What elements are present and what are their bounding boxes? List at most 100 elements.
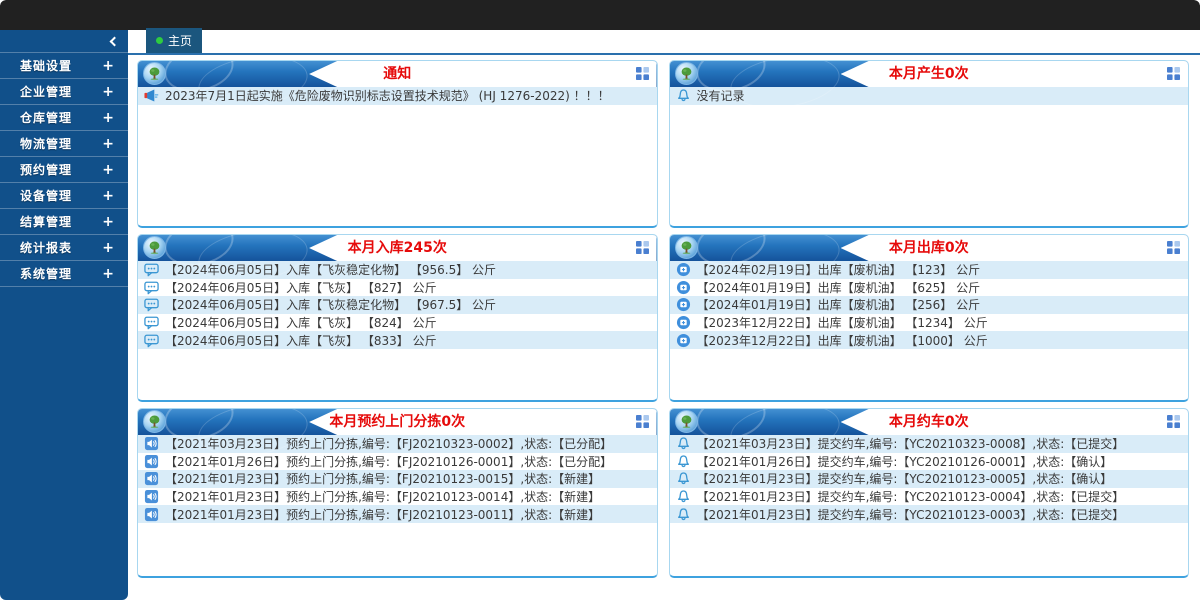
list-item[interactable]: 【2024年06月05日】入库【飞灰】 【824】 公斤 <box>138 314 657 332</box>
plus-expand-icon[interactable]: + <box>102 136 128 152</box>
speaker-icon <box>144 454 159 469</box>
panel-header: 通知 <box>138 61 657 87</box>
list-item[interactable]: 【2021年01月26日】预约上门分拣,编号:【FJ20210126-0001】… <box>138 453 657 471</box>
plus-expand-icon[interactable]: + <box>102 188 128 204</box>
list-item[interactable]: 【2021年01月23日】预约上门分拣,编号:【FJ20210123-0015】… <box>138 470 657 488</box>
plus-expand-icon[interactable]: + <box>102 240 128 256</box>
panel-body: 【2021年03月23日】预约上门分拣,编号:【FJ20210323-0002】… <box>138 435 657 576</box>
panel-header: 本月约车0次 <box>670 409 1189 435</box>
list-item-text: 【2021年01月23日】提交约车,编号:【YC20210123-0003】,状… <box>697 506 1125 523</box>
panel-title: 本月产生0次 <box>889 61 969 87</box>
header-ribbon <box>309 61 656 87</box>
sidebar-menu-item[interactable]: 仓库管理 + <box>0 105 128 131</box>
tree-logo-icon <box>143 62 166 85</box>
list-item-text: 【2024年06月05日】入库【飞灰】 【824】 公斤 <box>165 314 437 331</box>
sidebar: 基础设置 + 企业管理 + 仓库管理 + 物流管理 + 预约管理 + 设备管理 … <box>0 30 128 600</box>
outbound-icon <box>676 333 691 348</box>
bell-icon <box>676 454 691 469</box>
dashboard-panels: 通知 2023年7月1日起实施《危险废物识别标志设置技术规范》 (HJ 1276… <box>128 55 1200 578</box>
plus-expand-icon[interactable]: + <box>102 162 128 178</box>
list-item[interactable]: 【2024年06月05日】入库【飞灰稳定化物】 【967.5】 公斤 <box>138 296 657 314</box>
sidebar-menu-item[interactable]: 企业管理 + <box>0 79 128 105</box>
speaker-icon <box>144 489 159 504</box>
bell-icon <box>676 489 691 504</box>
grid-icon[interactable] <box>1167 67 1180 80</box>
tree-logo-icon <box>675 236 698 259</box>
speaker-icon <box>144 471 159 486</box>
panel-body: 没有记录 <box>670 87 1189 226</box>
tree-logo-icon <box>675 62 698 85</box>
list-item[interactable]: 【2021年01月23日】预约上门分拣,编号:【FJ20210123-0011】… <box>138 505 657 523</box>
panel-notice: 通知 2023年7月1日起实施《危险废物识别标志设置技术规范》 (HJ 1276… <box>137 60 658 228</box>
sidebar-item-label: 预约管理 <box>0 161 102 178</box>
tab-home[interactable]: 主页 <box>146 28 202 53</box>
grid-icon[interactable] <box>1167 415 1180 428</box>
list-item[interactable]: 【2024年06月05日】入库【飞灰】 【833】 公斤 <box>138 331 657 349</box>
grid-icon[interactable] <box>636 415 649 428</box>
list-item[interactable]: 【2023年12月22日】出库【废机油】 【1234】 公斤 <box>670 314 1189 332</box>
sidebar-menu-item[interactable]: 物流管理 + <box>0 131 128 157</box>
list-item[interactable]: 【2021年01月23日】预约上门分拣,编号:【FJ20210123-0014】… <box>138 488 657 506</box>
sidebar-menu-item[interactable]: 基础设置 + <box>0 53 128 79</box>
list-item[interactable]: 【2023年12月22日】出库【废机油】 【1000】 公斤 <box>670 331 1189 349</box>
grid-icon[interactable] <box>636 241 649 254</box>
sidebar-item-label: 仓库管理 <box>0 109 102 126</box>
sidebar-item-label: 设备管理 <box>0 187 102 204</box>
plus-expand-icon[interactable]: + <box>102 266 128 282</box>
panel-body: 【2024年02月19日】出库【废机油】 【123】 公斤 【2024年01月1… <box>670 261 1189 400</box>
list-item-text: 【2021年01月23日】预约上门分拣,编号:【FJ20210123-0015】… <box>165 470 600 487</box>
list-item-text: 【2024年01月19日】出库【废机油】 【256】 公斤 <box>697 296 981 313</box>
sidebar-item-label: 基础设置 <box>0 57 102 74</box>
sidebar-menu-item[interactable]: 统计报表 + <box>0 235 128 261</box>
panel-title: 本月入库245次 <box>348 235 447 261</box>
grid-icon[interactable] <box>1167 241 1180 254</box>
list-item-text: 【2024年06月05日】入库【飞灰】 【827】 公斤 <box>165 279 437 296</box>
sidebar-item-label: 统计报表 <box>0 239 102 256</box>
list-item[interactable]: 【2024年01月19日】出库【废机油】 【625】 公斤 <box>670 279 1189 297</box>
grid-icon[interactable] <box>636 67 649 80</box>
sidebar-collapse-button[interactable] <box>0 30 128 53</box>
sidebar-item-label: 系统管理 <box>0 265 102 282</box>
panel-vehicle-booking-this-month: 本月约车0次 【2021年03月23日】提交约车,编号:【YC20210323-… <box>669 408 1190 578</box>
outbound-icon <box>676 297 691 312</box>
list-item-text: 【2021年01月23日】预约上门分拣,编号:【FJ20210123-0014】… <box>165 488 600 505</box>
list-item[interactable]: 【2021年01月23日】提交约车,编号:【YC20210123-0005】,状… <box>670 470 1189 488</box>
list-item-text: 【2024年06月05日】入库【飞灰】 【833】 公斤 <box>165 332 437 349</box>
panel-body: 2023年7月1日起实施《危险废物识别标志设置技术规范》 (HJ 1276-20… <box>138 87 657 226</box>
outbound-icon <box>676 262 691 277</box>
sidebar-menu-item[interactable]: 设备管理 + <box>0 183 128 209</box>
list-item[interactable]: 【2021年01月26日】提交约车,编号:【YC20210126-0001】,状… <box>670 453 1189 471</box>
panel-outbound-this-month: 本月出库0次 【2024年02月19日】出库【废机油】 【123】 公斤 【20… <box>669 234 1190 402</box>
list-item[interactable]: 【2024年01月19日】出库【废机油】 【256】 公斤 <box>670 296 1189 314</box>
plus-expand-icon[interactable]: + <box>102 58 128 74</box>
panel-title: 本月约车0次 <box>889 409 969 435</box>
panel-header: 本月产生0次 <box>670 61 1189 87</box>
panel-pickup-sorting-this-month: 本月预约上门分拣0次 【2021年03月23日】预约上门分拣,编号:【FJ202… <box>137 408 658 578</box>
comment-icon <box>144 262 159 277</box>
comment-icon <box>144 280 159 295</box>
list-item-text: 【2021年01月23日】提交约车,编号:【YC20210123-0004】,状… <box>697 488 1125 505</box>
tree-logo-icon <box>143 236 166 259</box>
sidebar-item-label: 结算管理 <box>0 213 102 230</box>
outbound-icon <box>676 280 691 295</box>
comment-icon <box>144 315 159 330</box>
list-item[interactable]: 【2021年01月23日】提交约车,编号:【YC20210123-0004】,状… <box>670 488 1189 506</box>
sidebar-menu-item[interactable]: 结算管理 + <box>0 209 128 235</box>
megaphone-icon <box>144 88 159 103</box>
speaker-icon <box>144 507 159 522</box>
list-item-text: 【2024年01月19日】出库【废机油】 【625】 公斤 <box>697 279 981 296</box>
list-item[interactable]: 【2024年06月05日】入库【飞灰】 【827】 公斤 <box>138 279 657 297</box>
tree-logo-icon <box>675 410 698 433</box>
panel-title: 本月出库0次 <box>889 235 969 261</box>
sidebar-menu-item[interactable]: 预约管理 + <box>0 157 128 183</box>
sidebar-menu-item[interactable]: 系统管理 + <box>0 261 128 287</box>
list-item[interactable]: 【2021年01月23日】提交约车,编号:【YC20210123-0003】,状… <box>670 505 1189 523</box>
plus-expand-icon[interactable]: + <box>102 110 128 126</box>
plus-expand-icon[interactable]: + <box>102 214 128 230</box>
sidebar-item-label: 物流管理 <box>0 135 102 152</box>
tab-bar: 主页 <box>128 30 1200 55</box>
list-item-text: 【2023年12月22日】出库【废机油】 【1000】 公斤 <box>697 332 988 349</box>
panel-produced-this-month: 本月产生0次 没有记录 <box>669 60 1190 228</box>
plus-expand-icon[interactable]: + <box>102 84 128 100</box>
app-topbar <box>0 0 1200 30</box>
